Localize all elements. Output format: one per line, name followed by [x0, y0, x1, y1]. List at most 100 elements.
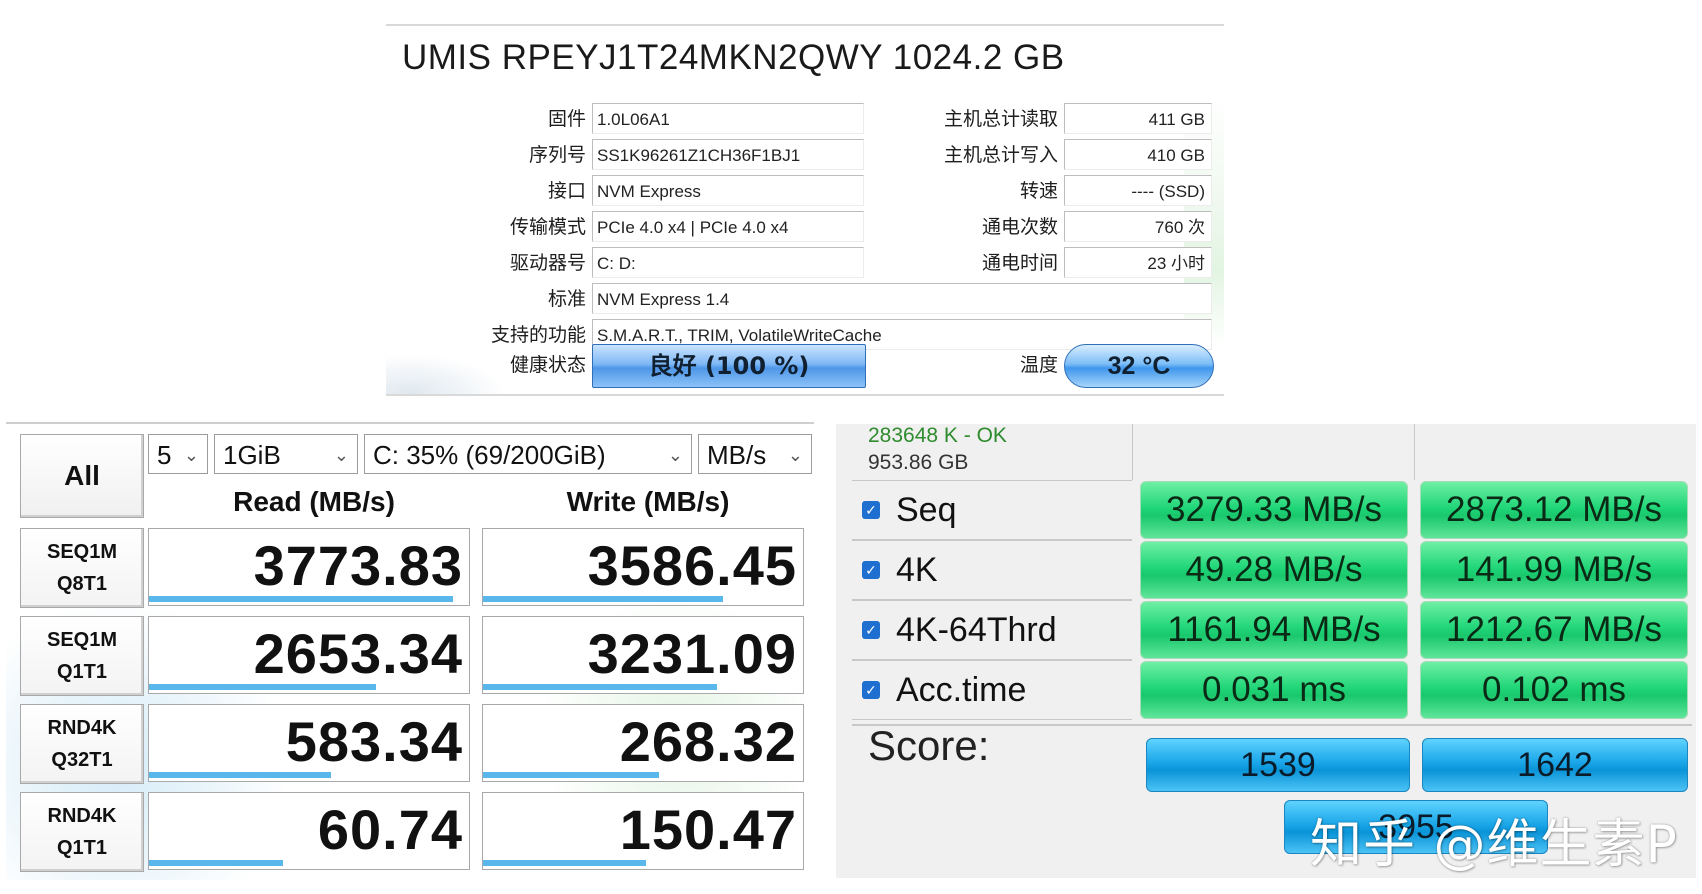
rotation-value: ---- (SSD) — [1064, 175, 1212, 206]
test-name-line1: SEQ1M — [46, 541, 118, 563]
read-result-bar — [149, 596, 453, 602]
test-name-line1: SEQ1M — [46, 629, 118, 651]
write-result-value: 150.47 — [619, 798, 797, 861]
power-on-count-value: 760 次 — [1064, 211, 1212, 242]
write-result-value: 3231.09 — [587, 622, 797, 685]
power-on-count-label: 通电次数 — [981, 216, 1058, 238]
power-on-hours-value: 23 小时 — [1064, 247, 1212, 278]
interface-label: 接口 — [547, 180, 586, 202]
all-button[interactable]: All — [20, 434, 144, 518]
transfer-mode-label: 传输模式 — [509, 216, 586, 238]
4k-row-label[interactable]: ✓ 4K — [852, 540, 1132, 600]
firmware-row: 固件 1.0L06A1 主机总计读取 411 GB — [386, 102, 1224, 136]
read-result-cell: 583.34 — [148, 704, 470, 782]
serial-row: 序列号 SS1K96261Z1CH36F1BJ1 主机总计写入 410 GB — [386, 138, 1224, 172]
standard-label: 标准 — [547, 288, 586, 310]
read-header: Read (MB/s) — [233, 486, 395, 517]
score-read: 1539 — [1146, 738, 1410, 792]
unit-value: MB/s — [707, 440, 767, 470]
write-result-bar — [483, 596, 723, 602]
grid-divider — [1414, 424, 1415, 480]
acc-time-label: Acc.time — [896, 671, 1027, 709]
write-result-cell: 3231.09 — [482, 616, 804, 694]
test-seq1m-q8t1-button[interactable]: SEQ1M Q8T1 — [20, 528, 144, 608]
seq-read-result: 3279.33 MB/s — [1140, 481, 1408, 539]
seq-write-result: 2873.12 MB/s — [1420, 481, 1688, 539]
test-name-line2: Q8T1 — [56, 573, 108, 595]
test-name-line1: RND4K — [47, 717, 117, 739]
write-result-bar — [483, 772, 659, 778]
diskinfo-panel: UMIS RPEYJ1T24MKN2QWY 1024.2 GB 固件 1.0L0… — [386, 24, 1224, 396]
test-name-line1: RND4K — [47, 805, 117, 827]
host-reads-value: 411 GB — [1064, 103, 1212, 134]
grid-divider — [1132, 424, 1133, 480]
4k64-read-result: 1161.94 MB/s — [1140, 601, 1408, 659]
checkbox-checked-icon[interactable]: ✓ — [862, 561, 880, 579]
4k64-write-result: 1212.67 MB/s — [1420, 601, 1688, 659]
interface-row: 接口 NVM Express 转速 ---- (SSD) — [386, 174, 1224, 208]
seq-row-label[interactable]: ✓ Seq — [852, 480, 1132, 540]
write-result-bar — [483, 684, 717, 690]
write-result-cell: 150.47 — [482, 792, 804, 870]
chevron-down-icon: ⌄ — [183, 445, 199, 465]
write-header: Write (MB/s) — [566, 486, 730, 517]
write-result-value: 268.32 — [619, 710, 797, 773]
checkbox-checked-icon[interactable]: ✓ — [862, 681, 880, 699]
read-result-bar — [149, 860, 284, 866]
read-result-cell: 60.74 — [148, 792, 470, 870]
size-select[interactable]: 1GiB ⌄ — [214, 434, 358, 474]
unit-select[interactable]: MB/s ⌄ — [698, 434, 812, 474]
score-write: 1642 — [1422, 738, 1688, 792]
4k64-label: 4K-64Thrd — [896, 611, 1057, 649]
write-result-value: 3586.45 — [587, 534, 797, 597]
rotation-label: 转速 — [1019, 180, 1058, 202]
test-name-line2: Q32T1 — [51, 749, 113, 771]
power-on-hours-label: 通电时间 — [981, 252, 1058, 274]
drive-letter-label: 驱动器号 — [509, 252, 586, 274]
4k-write-result: 141.99 MB/s — [1420, 541, 1688, 599]
count-select[interactable]: 5 ⌄ — [148, 434, 208, 474]
test-rnd4k-q32t1-button[interactable]: RND4K Q32T1 — [20, 704, 144, 784]
read-result-cell: 3773.83 — [148, 528, 470, 606]
write-result-cell: 268.32 — [482, 704, 804, 782]
test-name-line2: Q1T1 — [56, 837, 108, 859]
test-seq1m-q1t1-button[interactable]: SEQ1M Q1T1 — [20, 616, 144, 696]
chevron-down-icon: ⌄ — [333, 445, 349, 465]
size-value: 1GiB — [223, 440, 281, 470]
read-result-value: 60.74 — [317, 798, 463, 861]
read-result-bar — [149, 772, 332, 778]
acc-time-row-label[interactable]: ✓ Acc.time — [852, 660, 1132, 720]
disk-title: UMIS RPEYJ1T24MKN2QWY 1024.2 GB — [402, 38, 1065, 77]
chevron-down-icon: ⌄ — [787, 445, 803, 465]
4k-label: 4K — [896, 551, 938, 589]
acc-time-read-result: 0.031 ms — [1140, 661, 1408, 719]
score-label: Score: — [868, 722, 990, 769]
read-result-value: 583.34 — [285, 710, 463, 773]
read-result-bar — [149, 684, 377, 690]
seq-label: Seq — [896, 491, 957, 529]
serial-label: 序列号 — [528, 144, 586, 166]
watermark-text: 知乎 @维生素P — [1310, 815, 1678, 875]
status-text: 283648 K - OK — [868, 424, 1007, 447]
host-writes-value: 410 GB — [1064, 139, 1212, 170]
host-reads-label: 主机总计读取 — [943, 108, 1058, 130]
features-label: 支持的功能 — [490, 324, 586, 346]
host-writes-label: 主机总计写入 — [943, 144, 1058, 166]
read-result-cell: 2653.34 — [148, 616, 470, 694]
write-result-bar — [483, 860, 647, 866]
drive-select[interactable]: C: 35% (69/200GiB) ⌄ — [364, 434, 692, 474]
acc-time-write-result: 0.102 ms — [1420, 661, 1688, 719]
read-result-value: 2653.34 — [253, 622, 463, 685]
temperature-label: 温度 — [1019, 354, 1058, 376]
4k64-row-label[interactable]: ✓ 4K-64Thrd — [852, 600, 1132, 660]
temperature-button[interactable]: 32 °C — [1064, 344, 1214, 388]
count-value: 5 — [157, 440, 172, 470]
write-result-cell: 3586.45 — [482, 528, 804, 606]
test-rnd4k-q1t1-button[interactable]: RND4K Q1T1 — [20, 792, 144, 872]
transfer-mode-row: 传输模式 PCIe 4.0 x4 | PCIe 4.0 x4 通电次数 760 … — [386, 210, 1224, 244]
standard-value: NVM Express 1.4 — [592, 283, 1212, 314]
checkbox-checked-icon[interactable]: ✓ — [862, 501, 880, 519]
checkbox-checked-icon[interactable]: ✓ — [862, 621, 880, 639]
read-result-value: 3773.83 — [253, 534, 463, 597]
test-name-line2: Q1T1 — [56, 661, 108, 683]
